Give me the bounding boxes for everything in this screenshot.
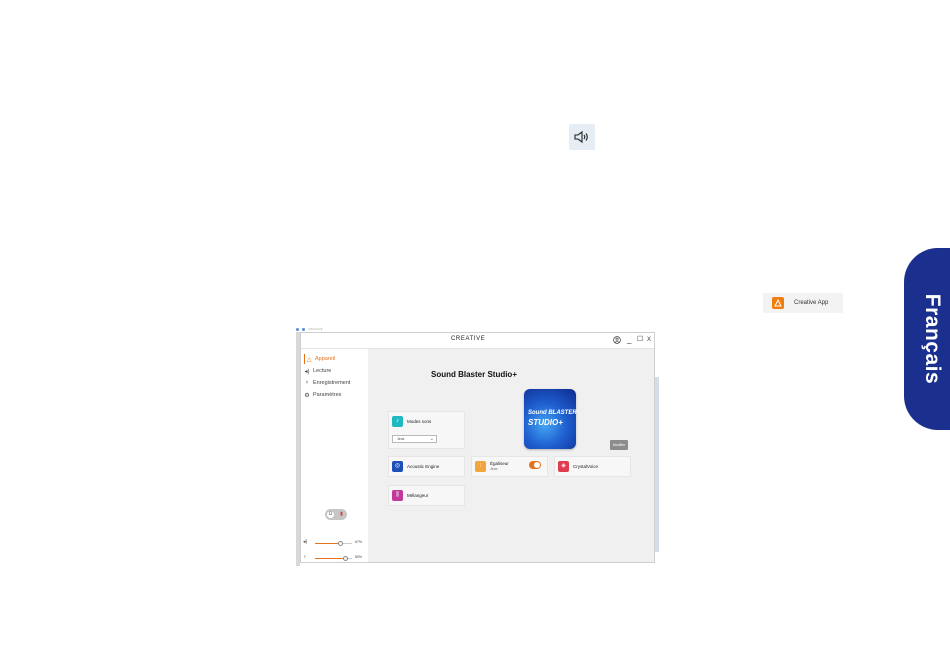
speaker-volume-value: 67% (355, 540, 363, 544)
sound-mode-select-value: Jeux (397, 437, 405, 441)
sound-modes-card[interactable]: ♪ Modes sons Jeux ⌄ (388, 411, 465, 449)
chevron-down-icon: ⌄ (429, 436, 434, 442)
minimize-button[interactable]: _ (627, 334, 631, 346)
account-icon[interactable] (613, 334, 621, 348)
acoustic-engine-card[interactable]: ◎ Acoustic Engine (388, 456, 465, 477)
sound-modes-icon: ♪ (392, 416, 403, 427)
gear-icon: ⚙ (304, 392, 310, 399)
speaker-volume-icon[interactable] (569, 124, 595, 150)
slider-track[interactable] (315, 556, 352, 561)
slider-thumb[interactable] (338, 541, 343, 546)
equalizer-icon: ⫶ (475, 461, 486, 472)
speaker-icon[interactable]: ▮ (338, 511, 345, 518)
sidebar-item-label: Appareil (315, 356, 336, 362)
equalizer-toggle[interactable] (529, 461, 541, 469)
microphone-volume-slider[interactable]: ♀ 80% (303, 554, 365, 562)
sidebar-item-parametres[interactable]: ⚙ Paramètres (304, 390, 341, 400)
acoustic-engine-icon: ◎ (392, 461, 403, 472)
speaker-icon: ◂) (303, 539, 308, 545)
sidebar-item-lecture[interactable]: ◂) Lecture (304, 366, 331, 376)
sidebar-item-enregistrement[interactable]: ♀ Enregistrement (304, 378, 351, 388)
creative-app-window: CREATIVE CREATIVE _ ☐ X △ Appareil ◂) Le… (296, 327, 659, 566)
title-bar: CREATIVE _ ☐ X (301, 333, 654, 349)
microphone-icon: ♀ (304, 380, 310, 386)
microphone-icon: ♀ (303, 554, 307, 560)
output-toggle[interactable]: Ω ▮ (325, 509, 347, 520)
device-content: Sound Blaster Studio+ Sound BLASTER STUD… (368, 349, 654, 562)
sidebar-item-label: Lecture (313, 368, 332, 374)
crystalvoice-card[interactable]: ◈ CrystalVoice (554, 456, 631, 477)
mixer-title: Mélangeur (407, 493, 429, 498)
acoustic-engine-title: Acoustic Engine (407, 464, 440, 469)
speaker-icon: ◂) (304, 368, 310, 375)
equalizer-title: Égaliseur (490, 461, 509, 466)
maximize-button[interactable]: ☐ (637, 334, 643, 346)
creative-logo: CREATIVE (451, 336, 486, 342)
product-image: Sound BLASTER STUDIO+ (524, 389, 577, 449)
modify-button[interactable]: Modifier (610, 440, 628, 450)
app-main-panel: CREATIVE _ ☐ X △ Appareil ◂) Lecture ♀ E… (300, 332, 655, 563)
sidebar-item-appareil[interactable]: △ Appareil (304, 354, 335, 364)
headphone-icon[interactable]: Ω (327, 511, 334, 518)
slider-thumb[interactable] (343, 556, 348, 561)
sidebar: △ Appareil ◂) Lecture ♀ Enregistrement ⚙… (301, 349, 367, 562)
device-title: Sound Blaster Studio+ (430, 370, 517, 379)
background-window-title: CREATIVE (296, 327, 376, 331)
slider-track[interactable] (315, 541, 352, 546)
equalizer-card[interactable]: ⫶ Égaliseur Jeux (471, 456, 548, 477)
sound-modes-title: Modes sons (407, 419, 432, 424)
sound-mode-select[interactable]: Jeux ⌄ (392, 435, 437, 443)
sidebar-item-label: Enregistrement (313, 380, 351, 386)
language-tab-label: Français (921, 293, 944, 385)
product-image-line1: Sound BLASTER (528, 410, 577, 416)
sidebar-item-label: Paramètres (313, 392, 342, 398)
microphone-volume-value: 80% (355, 555, 363, 559)
creative-app-label: Creative App (794, 300, 829, 306)
background-window-title-text: CREATIVE (308, 327, 323, 331)
creative-app-taskbar-item[interactable]: Creative App (763, 293, 843, 313)
mixer-card[interactable]: ⫼ Mélangeur (388, 485, 465, 506)
creative-app-icon (772, 297, 784, 309)
mixer-icon: ⫼ (392, 490, 403, 501)
product-image-line2: STUDIO+ (528, 418, 563, 427)
speaker-volume-slider[interactable]: ◂) 67% (303, 539, 365, 547)
close-button[interactable]: X (647, 334, 651, 346)
equalizer-preset: Jeux (490, 467, 498, 471)
crystalvoice-icon: ◈ (558, 461, 569, 472)
crystalvoice-title: CrystalVoice (573, 464, 599, 469)
device-icon: △ (306, 356, 312, 363)
